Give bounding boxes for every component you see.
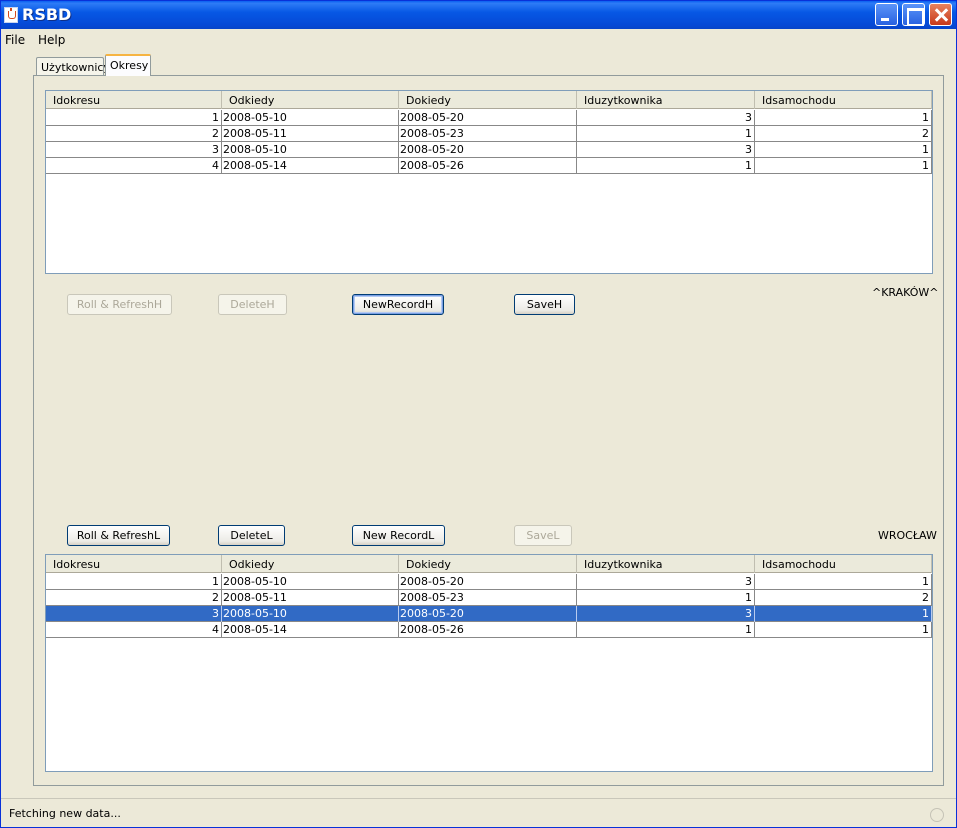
city-label-wroclaw: WROCŁAW <box>878 529 937 542</box>
cell-idokresu[interactable]: 1 <box>46 110 222 126</box>
table-row[interactable]: 2 2008-05-11 2008-05-23 1 2 <box>46 590 932 606</box>
cell-dokiedy[interactable]: 2008-05-23 <box>399 590 577 606</box>
column-header-dokiedy[interactable]: Dokiedy <box>399 555 577 573</box>
column-header-iduzytkownika[interactable]: Iduzytkownika <box>577 555 755 573</box>
cell-idsamochodu[interactable]: 1 <box>755 158 932 174</box>
column-header-iduzytkownika[interactable]: Iduzytkownika <box>577 91 755 109</box>
cell-idokresu[interactable]: 2 <box>46 590 222 606</box>
cell-odkiedy[interactable]: 2008-05-10 <box>222 142 399 158</box>
column-header-idokresu[interactable]: Idokresu <box>46 91 222 109</box>
column-header-idsamochodu[interactable]: Idsamochodu <box>755 555 932 573</box>
table-row[interactable]: 4 2008-05-14 2008-05-26 1 1 <box>46 158 932 174</box>
cell-iduzytkownika[interactable]: 3 <box>577 606 755 622</box>
cell-idokresu[interactable]: 1 <box>46 574 222 590</box>
cell-dokiedy[interactable]: 2008-05-20 <box>399 142 577 158</box>
cell-idsamochodu[interactable]: 1 <box>755 574 932 590</box>
title-bar[interactable]: RSBD <box>1 1 956 29</box>
cell-dokiedy[interactable]: 2008-05-20 <box>399 110 577 126</box>
cell-iduzytkownika[interactable]: 3 <box>577 574 755 590</box>
cell-odkiedy[interactable]: 2008-05-14 <box>222 622 399 638</box>
cell-idsamochodu[interactable]: 1 <box>755 110 932 126</box>
table-row[interactable]: 3 2008-05-10 2008-05-20 3 1 <box>46 142 932 158</box>
maximize-button[interactable] <box>902 3 925 26</box>
cell-iduzytkownika[interactable]: 1 <box>577 126 755 142</box>
new-record-h-button[interactable]: NewRecordH <box>352 294 444 315</box>
save-l-button[interactable]: SaveL <box>514 525 572 546</box>
minimize-button[interactable] <box>875 3 898 26</box>
app-window: RSBD File Help Użytkownicy Okresy Idokre… <box>0 0 957 828</box>
cell-iduzytkownika[interactable]: 3 <box>577 142 755 158</box>
cell-idokresu[interactable]: 4 <box>46 158 222 174</box>
table-row[interactable]: 4 2008-05-14 2008-05-26 1 1 <box>46 622 932 638</box>
menu-bar: File Help <box>1 31 956 51</box>
cell-idsamochodu[interactable]: 1 <box>755 606 932 622</box>
cell-dokiedy[interactable]: 2008-05-20 <box>399 606 577 622</box>
bottom-table[interactable]: Idokresu Odkiedy Dokiedy Iduzytkownika I… <box>45 554 933 772</box>
table-row[interactable]: 3 2008-05-10 2008-05-20 3 1 <box>46 606 932 622</box>
delete-l-button[interactable]: DeleteL <box>218 525 285 546</box>
tab-uzytkownicy[interactable]: Użytkownicy <box>36 57 110 75</box>
cell-idsamochodu[interactable]: 2 <box>755 590 932 606</box>
bottom-table-header: Idokresu Odkiedy Dokiedy Iduzytkownika I… <box>46 555 932 573</box>
column-header-odkiedy[interactable]: Odkiedy <box>222 91 399 109</box>
cell-odkiedy[interactable]: 2008-05-10 <box>222 110 399 126</box>
table-row[interactable]: 1 2008-05-10 2008-05-20 3 1 <box>46 110 932 126</box>
cell-dokiedy[interactable]: 2008-05-23 <box>399 126 577 142</box>
delete-h-button[interactable]: DeleteH <box>218 294 287 315</box>
cell-odkiedy[interactable]: 2008-05-10 <box>222 606 399 622</box>
status-bar: Fetching new data... <box>1 798 956 827</box>
cell-iduzytkownika[interactable]: 3 <box>577 110 755 126</box>
cell-idokresu[interactable]: 3 <box>46 142 222 158</box>
cell-dokiedy[interactable]: 2008-05-20 <box>399 574 577 590</box>
column-header-idsamochodu[interactable]: Idsamochodu <box>755 91 932 109</box>
close-button[interactable] <box>929 3 952 26</box>
status-text: Fetching new data... <box>9 807 121 820</box>
cell-idsamochodu[interactable]: 1 <box>755 622 932 638</box>
column-header-idokresu[interactable]: Idokresu <box>46 555 222 573</box>
top-table[interactable]: Idokresu Odkiedy Dokiedy Iduzytkownika I… <box>45 90 933 274</box>
city-label-krakow: ^KRAKÓW^ <box>872 286 939 299</box>
cell-odkiedy[interactable]: 2008-05-11 <box>222 126 399 142</box>
table-row[interactable]: 1 2008-05-10 2008-05-20 3 1 <box>46 574 932 590</box>
cell-dokiedy[interactable]: 2008-05-26 <box>399 622 577 638</box>
tab-okresy[interactable]: Okresy <box>105 54 151 76</box>
cell-idsamochodu[interactable]: 2 <box>755 126 932 142</box>
roll-refresh-h-button[interactable]: Roll & RefreshH <box>67 294 172 315</box>
top-table-header: Idokresu Odkiedy Dokiedy Iduzytkownika I… <box>46 91 932 109</box>
new-record-l-button[interactable]: New RecordL <box>352 525 445 546</box>
cell-odkiedy[interactable]: 2008-05-10 <box>222 574 399 590</box>
cell-idokresu[interactable]: 3 <box>46 606 222 622</box>
busy-indicator-icon <box>930 808 944 822</box>
cell-idokresu[interactable]: 2 <box>46 126 222 142</box>
table-row[interactable]: 2 2008-05-11 2008-05-23 1 2 <box>46 126 932 142</box>
column-header-dokiedy[interactable]: Dokiedy <box>399 91 577 109</box>
cell-odkiedy[interactable]: 2008-05-14 <box>222 158 399 174</box>
column-header-odkiedy[interactable]: Odkiedy <box>222 555 399 573</box>
cell-idokresu[interactable]: 4 <box>46 622 222 638</box>
window-title: RSBD <box>22 5 72 24</box>
cell-iduzytkownika[interactable]: 1 <box>577 158 755 174</box>
menu-help[interactable]: Help <box>38 33 65 47</box>
cell-idsamochodu[interactable]: 1 <box>755 142 932 158</box>
cell-iduzytkownika[interactable]: 1 <box>577 622 755 638</box>
cell-odkiedy[interactable]: 2008-05-11 <box>222 590 399 606</box>
java-cup-icon <box>4 7 18 23</box>
roll-refresh-l-button[interactable]: Roll & RefreshL <box>67 525 170 546</box>
cell-dokiedy[interactable]: 2008-05-26 <box>399 158 577 174</box>
cell-iduzytkownika[interactable]: 1 <box>577 590 755 606</box>
save-h-button[interactable]: SaveH <box>514 294 575 315</box>
menu-file[interactable]: File <box>5 33 25 47</box>
